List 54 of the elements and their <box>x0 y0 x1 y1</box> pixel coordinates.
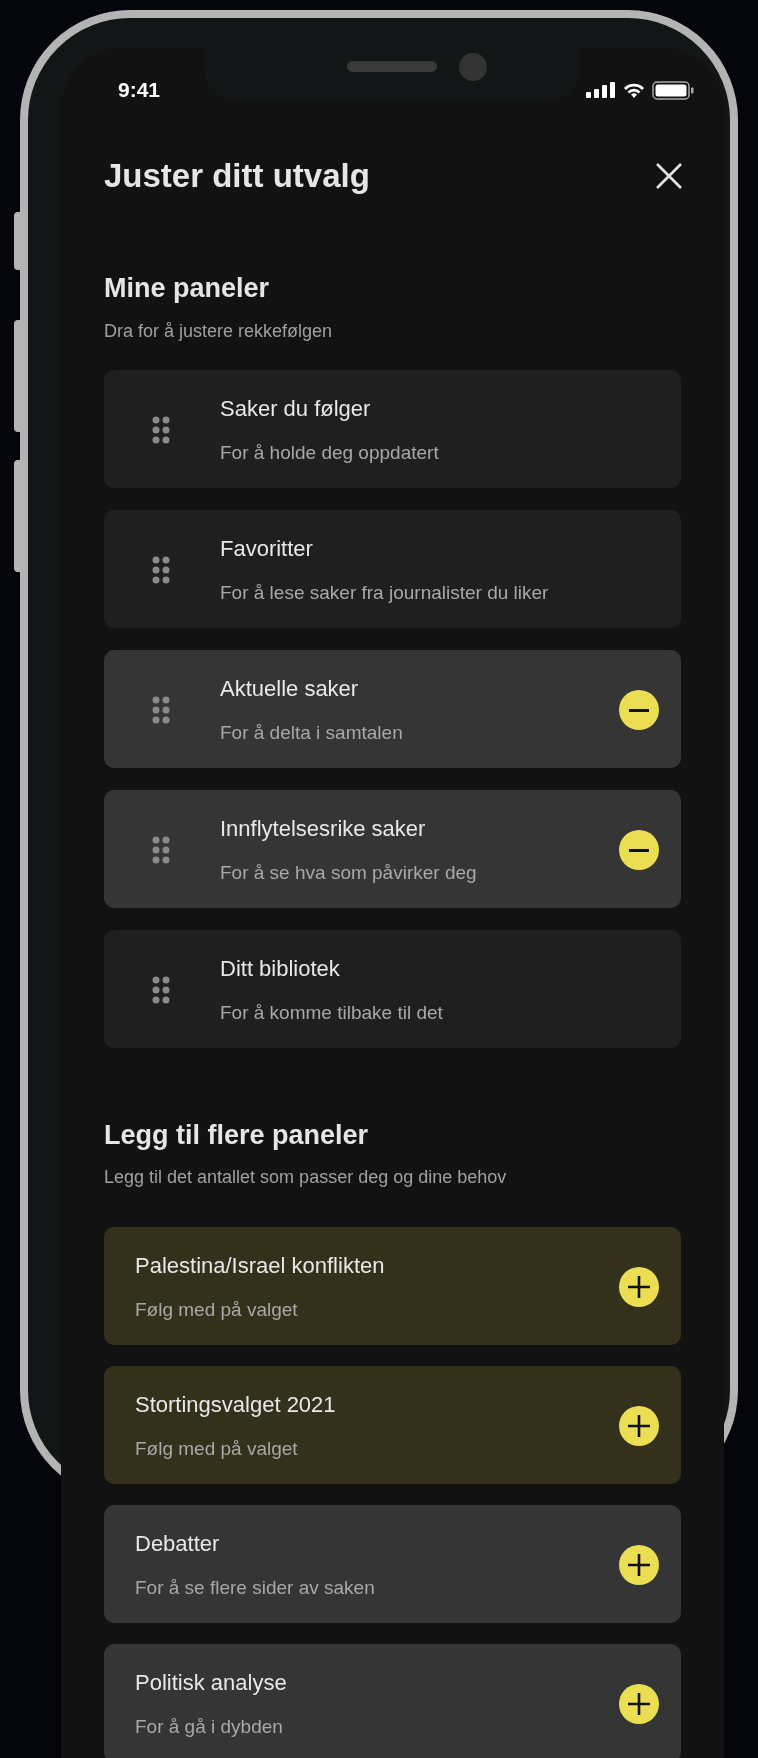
panel-description: For å se hva som påvirker deg <box>220 861 478 885</box>
panel-description: For å gå i dybden <box>135 1715 284 1739</box>
panel-description: Følg med på valget <box>135 1298 299 1322</box>
panel-description: For å se flere sider av saken <box>135 1576 376 1600</box>
sheet-title: Juster ditt utvalg <box>104 156 370 196</box>
panel-title: Politisk analyse <box>135 1669 288 1697</box>
panel-description: For å lese saker fra journalister du liker <box>220 581 550 605</box>
section-subtitle: Legg til det antallet som passer deg og dine behov <box>104 1166 508 1189</box>
panel-description: For å holde deg oppdatert <box>220 441 440 465</box>
panel-title: Innflytelsesrike saker <box>220 815 427 843</box>
panel-card[interactable]: Politisk analyse For å gå i dybden <box>104 1644 681 1758</box>
section-heading: Mine paneler <box>104 272 271 305</box>
panel-card[interactable]: Favoritter For å lese saker fra journalister du liker <box>104 510 681 628</box>
drag-handle-icon[interactable] <box>152 836 170 864</box>
panel-title: Palestina/Israel konflikten <box>135 1252 386 1280</box>
remove-button[interactable] <box>619 830 659 870</box>
panel-card[interactable]: Palestina/Israel konflikten Følg med på valget <box>104 1227 681 1345</box>
close-icon <box>655 162 683 190</box>
panel-card[interactable]: Stortingsvalget 2021 Følg med på valget <box>104 1366 681 1484</box>
add-button[interactable] <box>619 1684 659 1724</box>
plus-icon <box>628 1415 650 1437</box>
drag-handle-icon[interactable] <box>152 976 170 1004</box>
battery-icon <box>652 80 694 100</box>
panel-description: Følg med på valget <box>135 1437 299 1461</box>
plus-icon <box>628 1693 650 1715</box>
section-heading: Legg til flere paneler <box>104 1119 370 1152</box>
minus-icon <box>629 848 649 852</box>
panel-title: Stortingsvalget 2021 <box>135 1391 337 1419</box>
panel-title: Debatter <box>135 1530 221 1558</box>
add-button[interactable] <box>619 1406 659 1446</box>
panel-title: Ditt bibliotek <box>220 955 341 983</box>
panel-card[interactable]: Debatter For å se flere sider av saken <box>104 1505 681 1623</box>
signal-icon <box>586 82 616 98</box>
panel-card[interactable]: Saker du følger For å holde deg oppdatert <box>104 370 681 488</box>
panel-description: For å komme tilbake til det <box>220 1001 444 1025</box>
plus-icon <box>628 1554 650 1576</box>
drag-handle-icon[interactable] <box>152 556 170 584</box>
add-button[interactable] <box>619 1545 659 1585</box>
drag-handle-icon[interactable] <box>152 696 170 724</box>
panel-description: For å delta i samtalen <box>220 721 404 745</box>
panel-card[interactable]: Innflytelsesrike saker For å se hva som påvirker deg <box>104 790 681 908</box>
status-time: 9:41 <box>118 77 161 104</box>
drag-handle-icon[interactable] <box>152 416 170 444</box>
plus-icon <box>628 1276 650 1298</box>
add-button[interactable] <box>619 1267 659 1307</box>
minus-icon <box>629 708 649 712</box>
panel-title: Favoritter <box>220 535 314 563</box>
panel-card[interactable]: Ditt bibliotek For å komme tilbake til det <box>104 930 681 1048</box>
section-subtitle: Dra for å justere rekkefølgen <box>104 320 334 343</box>
panel-card[interactable]: Aktuelle saker For å delta i samtalen <box>104 650 681 768</box>
panel-title: Saker du følger <box>220 395 372 423</box>
remove-button[interactable] <box>619 690 659 730</box>
panel-title: Aktuelle saker <box>220 675 360 703</box>
wifi-icon <box>622 81 646 99</box>
